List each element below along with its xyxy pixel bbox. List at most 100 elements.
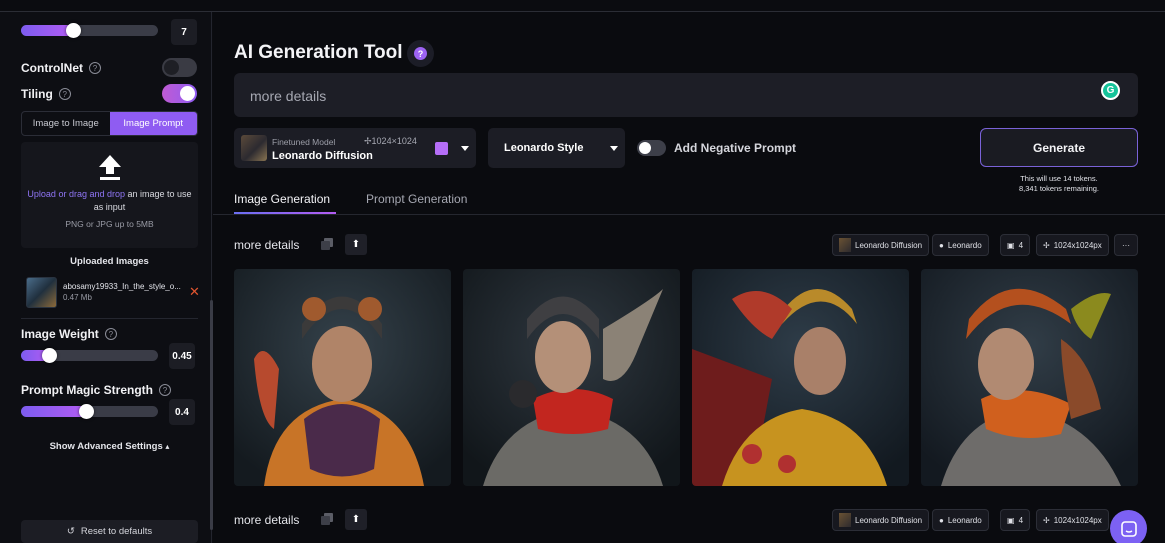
prompt-text: more details [250,88,327,104]
uploaded-file-thumbnail [26,276,57,308]
size-chip-label: 1024x1024px [1053,515,1102,525]
prompt-magic-fill [21,406,87,417]
negative-prompt-label: Add Negative Prompt [674,141,797,155]
generation-prompt: more details [234,513,300,527]
toggle-knob [639,142,651,154]
size-chip-label: 1024x1024px [1053,240,1102,250]
negative-prompt-option: Add Negative Prompt [637,140,796,156]
divider [21,318,198,319]
uploaded-file-size: 0.47 Mb [63,293,92,302]
generated-image-1[interactable] [234,269,451,486]
reset-button[interactable]: ↺ Reset to defaults [21,520,198,543]
active-tab-indicator [234,212,336,214]
image-weight-option: Image Weight ? [21,327,117,341]
portrait-image [463,269,680,486]
uploaded-file: abosamy19933_In_the_style_o... 0.47 Mb ✕ [26,276,201,308]
style-value: Leonardo Style [504,142,584,154]
arrow-up-icon: ⬆ [351,239,361,250]
move-icon: ✢ [1043,240,1050,250]
info-icon[interactable]: ? [58,88,71,100]
upload-instructions: Upload or drag and drop an image to use … [21,188,198,214]
controlnet-option: ControlNet ? [21,61,101,75]
page-title: AI Generation Tool [234,42,403,63]
prompt-magic-slider[interactable] [21,404,158,419]
tab-image-prompt[interactable]: Image Prompt [109,112,197,135]
images-icon: ▣ [1007,515,1015,525]
remove-file-icon[interactable]: ✕ [189,284,200,300]
model-settings-icon[interactable] [435,142,448,155]
reuse-prompt-button[interactable]: ⬆ [345,509,367,530]
prompt-magic-track[interactable] [21,404,158,419]
model-chip-thumbnail [839,238,851,252]
more-options-button[interactable]: ··· [1114,234,1138,256]
top-slider[interactable] [21,23,158,38]
image-weight-value[interactable]: 0.45 [169,343,195,369]
controlnet-toggle[interactable] [162,58,197,77]
generated-image-3[interactable] [692,269,909,486]
tiling-toggle[interactable] [162,84,197,103]
reuse-prompt-button[interactable]: ⬆ [345,234,367,255]
generation-prompt: more details [234,238,300,252]
top-slider-value[interactable]: 7 [171,19,197,45]
chevron-up-icon: ▴ [165,442,170,451]
negative-prompt-toggle[interactable] [637,140,666,156]
generated-image-4[interactable] [921,269,1138,486]
portrait-image [692,269,909,486]
toggle-knob [180,86,195,101]
tab-image-generation[interactable]: Image Generation [234,192,330,206]
chevron-down-icon [610,146,618,151]
style-select[interactable]: Leonardo Style [488,128,625,168]
help-button[interactable]: ? [407,40,434,67]
top-slider-track[interactable] [21,23,158,38]
style-chip: ● Leonardo [932,509,989,531]
upload-link[interactable]: Upload or drag and drop [27,189,125,199]
help-icon: ? [414,47,427,60]
count-chip-label: 4 [1018,515,1024,525]
info-icon[interactable]: ? [159,384,172,396]
info-icon[interactable]: ? [89,62,101,74]
chat-support-button[interactable] [1110,510,1147,543]
prompt-magic-label: Prompt Magic Strength [21,383,154,397]
generated-image-2[interactable] [463,269,680,486]
image-weight-label: Image Weight [21,327,99,341]
uploaded-file-name: abosamy19933_In_the_style_o... [63,282,181,291]
model-chip-thumbnail [839,513,851,527]
tab-image-to-image[interactable]: Image to Image [22,112,110,135]
prompt-magic-knob[interactable] [79,404,94,419]
style-chip: ● Leonardo [932,234,989,256]
model-chip-label: Leonardo Diffusion [855,240,923,250]
model-name: Leonardo Diffusion [272,150,373,162]
count-chip: ▣ 4 [1000,509,1031,531]
reset-label: Reset to defaults [80,526,153,537]
images-icon: ▣ [1007,240,1015,250]
image-weight-track[interactable] [21,348,158,363]
image-weight-slider[interactable] [21,348,158,363]
tiling-option: Tiling ? [21,87,71,101]
reset-icon: ↺ [66,526,75,537]
count-chip-label: 4 [1018,240,1024,250]
upload-dropzone[interactable]: Upload or drag and drop an image to use … [21,142,198,248]
prompt-magic-value[interactable]: 0.4 [169,399,195,425]
chevron-down-icon [461,146,469,151]
prompt-input[interactable]: more details G [234,73,1138,117]
model-kicker: Finetuned Model [272,137,336,147]
model-select[interactable]: Finetuned Model ✢1024×1024 Leonardo Diff… [234,128,476,168]
show-advanced-settings[interactable]: Show Advanced Settings ▴ [21,441,198,452]
image-weight-knob[interactable] [42,348,57,363]
info-icon[interactable]: ? [104,328,117,340]
top-slider-knob[interactable] [66,23,81,38]
generation-header: more details ⬆ Leonardo Diffusion ● Leon… [234,234,1138,256]
copy-icon[interactable] [320,512,334,526]
generate-button[interactable]: Generate [980,128,1138,167]
show-advanced-label: Show Advanced Settings [49,441,163,452]
portrait-image [921,269,1138,486]
tiling-label: Tiling [21,87,53,101]
copy-icon[interactable] [320,237,334,251]
tab-prompt-generation[interactable]: Prompt Generation [366,192,467,206]
upload-arrow-icon [98,155,121,180]
grammarly-icon[interactable]: G [1101,81,1120,100]
drop-icon: ● [939,240,944,250]
model-thumbnail [241,135,267,161]
toggle-knob [164,60,179,75]
style-chip-label: Leonardo [947,515,982,525]
